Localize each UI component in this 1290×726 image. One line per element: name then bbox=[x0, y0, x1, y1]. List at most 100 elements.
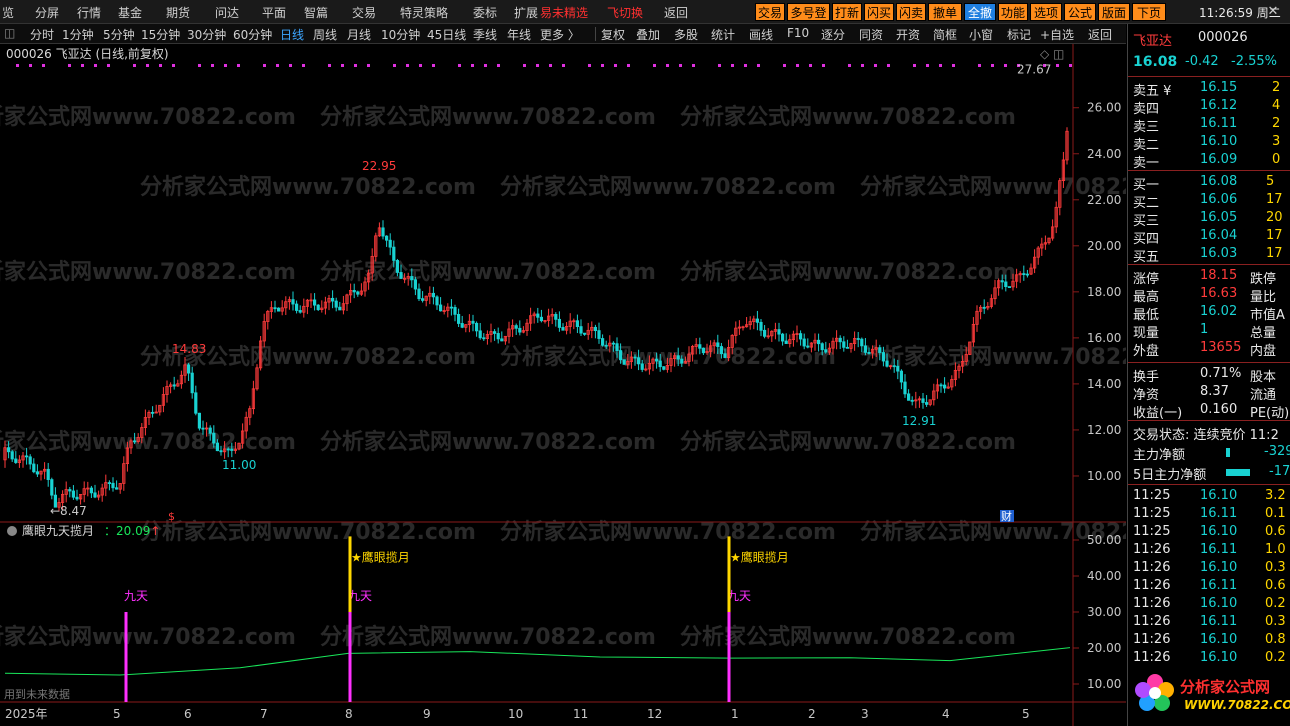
candle-body bbox=[356, 291, 360, 295]
chart-title: 000026 飞亚达 (日线,前复权) bbox=[6, 46, 169, 61]
kline-chart[interactable]: 分析家公式网www.70822.com 分析家公式网www.70822.com 分析… bbox=[0, 44, 1196, 726]
trade-button[interactable]: 交易 bbox=[755, 3, 785, 21]
signal-dot bbox=[757, 64, 760, 67]
period-tab[interactable]: 15分钟 bbox=[141, 26, 180, 43]
candle-body bbox=[863, 345, 868, 353]
signal-dot bbox=[419, 64, 422, 67]
more-periods-button[interactable]: 更多 〉 bbox=[540, 26, 580, 43]
menu-item[interactable]: 行情 bbox=[77, 4, 101, 21]
menu-item[interactable]: 飞切换 bbox=[607, 4, 643, 21]
y-tick-label: 10.00 bbox=[1087, 469, 1121, 483]
ipo-button[interactable]: 打新 bbox=[832, 3, 862, 21]
signal-dot bbox=[874, 64, 877, 67]
y-tick-label: 22.00 bbox=[1087, 193, 1121, 207]
signal-dot bbox=[887, 64, 890, 67]
menu-item[interactable]: 基金 bbox=[118, 4, 142, 21]
signal-dot bbox=[822, 64, 825, 67]
cancel-all-button[interactable]: 全撤 bbox=[964, 3, 996, 21]
candle-body bbox=[75, 496, 79, 500]
flash-sell-button[interactable]: 闪卖 bbox=[896, 3, 926, 21]
indicator-collapse-icon[interactable] bbox=[7, 526, 17, 536]
period-tab[interactable]: 10分钟 bbox=[381, 26, 420, 43]
period-tab[interactable]: 30分钟 bbox=[187, 26, 226, 43]
watermark-text: 分析家公式网www.70822.com bbox=[680, 429, 1016, 455]
tool-button[interactable]: 简框 bbox=[933, 26, 957, 43]
menu-item[interactable]: 览 bbox=[2, 4, 14, 21]
candle-body bbox=[316, 304, 320, 310]
close-icon[interactable]: ✕ bbox=[1262, 2, 1284, 22]
cancel-order-button[interactable]: 撤单 bbox=[928, 3, 962, 21]
y-tick-label: 14.00 bbox=[1087, 377, 1121, 391]
menu-item[interactable]: 易未精选 bbox=[540, 4, 588, 21]
period-tab[interactable]: 5分钟 bbox=[103, 26, 135, 43]
candle-body bbox=[583, 332, 587, 335]
signal-dot bbox=[1056, 64, 1059, 67]
formula-button[interactable]: 公式 bbox=[1064, 3, 1096, 21]
candle-body bbox=[219, 450, 223, 453]
candle-body bbox=[777, 329, 781, 335]
menu-item[interactable]: 期货 bbox=[166, 4, 190, 21]
signal-dot bbox=[627, 64, 630, 67]
multi-login-button[interactable]: 多号登 bbox=[787, 3, 830, 21]
period-tab[interactable]: 年线 bbox=[507, 26, 531, 43]
options-button[interactable]: 选项 bbox=[1030, 3, 1062, 21]
signal-dot bbox=[341, 64, 344, 67]
stat-row: 现量 1 总量 bbox=[1133, 322, 1277, 341]
period-tab[interactable]: 1分钟 bbox=[62, 26, 94, 43]
function-button[interactable]: 功能 bbox=[998, 3, 1028, 21]
period-tab[interactable]: 45日线 bbox=[427, 26, 466, 43]
candle-body bbox=[273, 307, 277, 310]
menu-item[interactable]: 委标 bbox=[473, 4, 497, 21]
period-tab[interactable]: 月线 bbox=[347, 26, 371, 43]
menu-item[interactable]: 返回 bbox=[664, 4, 688, 21]
back-button[interactable]: 返回 bbox=[1088, 26, 1112, 43]
period-tab[interactable]: 分时 bbox=[30, 26, 54, 43]
candle-body bbox=[384, 235, 389, 241]
chart-area[interactable]: 分析家公式网www.70822.com 分析家公式网www.70822.com 分析… bbox=[0, 44, 1196, 726]
candle-body bbox=[420, 298, 425, 301]
signal-label: 九天 bbox=[124, 589, 148, 603]
tool-button[interactable]: 同资 bbox=[859, 26, 883, 43]
signal-bar bbox=[727, 612, 731, 702]
period-tab[interactable]: 周线 bbox=[313, 26, 337, 43]
tool-button[interactable]: 画线 bbox=[749, 26, 773, 43]
menu-item[interactable]: 交易 bbox=[352, 4, 376, 21]
tool-button[interactable]: 小窗 bbox=[969, 26, 993, 43]
candle-body bbox=[14, 458, 18, 463]
signal-dot bbox=[133, 64, 136, 67]
period-tab[interactable]: 季线 bbox=[473, 26, 497, 43]
signal-dot bbox=[913, 64, 916, 67]
tool-button[interactable]: 标记 bbox=[1007, 26, 1031, 43]
tool-button[interactable]: F10 bbox=[787, 26, 809, 40]
tool-button[interactable]: 多股 bbox=[674, 26, 698, 43]
candle-body bbox=[46, 468, 50, 480]
tool-button[interactable]: 叠加 bbox=[636, 26, 660, 43]
tool-button[interactable]: 逐分 bbox=[821, 26, 845, 43]
menu-item[interactable]: 扩展 bbox=[514, 4, 538, 21]
period-tab[interactable]: 60分钟 bbox=[233, 26, 272, 43]
signal-dot bbox=[354, 64, 357, 67]
bid-row: 买一 16.08 5 bbox=[1133, 174, 1275, 193]
menu-item[interactable]: 问达 bbox=[215, 4, 239, 21]
menu-item[interactable]: 平面 bbox=[262, 4, 286, 21]
signal-dot bbox=[29, 64, 32, 67]
y-tick-label: 20.00 bbox=[1087, 239, 1121, 253]
menu-item[interactable]: 分屏 bbox=[35, 4, 59, 21]
candle-body bbox=[597, 330, 601, 339]
panel-toggle-icon[interactable]: ◫ bbox=[4, 26, 15, 40]
signal-dot bbox=[328, 64, 331, 67]
period-tab-active[interactable]: 日线 bbox=[280, 26, 304, 43]
candle-body bbox=[132, 440, 137, 443]
tool-button[interactable]: 统计 bbox=[711, 26, 735, 43]
chart-options-icon[interactable]: ◇ ◫ bbox=[1040, 47, 1064, 61]
menu-item[interactable]: 特灵策略 bbox=[400, 4, 448, 21]
next-page-button[interactable]: 下页 bbox=[1132, 3, 1166, 21]
layout-button[interactable]: 版面 bbox=[1098, 3, 1130, 21]
candle-body bbox=[781, 333, 785, 342]
menu-item[interactable]: 智篇 bbox=[304, 4, 328, 21]
tool-button[interactable]: 复权 bbox=[601, 26, 625, 43]
candle-body bbox=[392, 246, 396, 261]
add-watchlist-button[interactable]: +自选 bbox=[1040, 26, 1074, 43]
tool-button[interactable]: 开资 bbox=[896, 26, 920, 43]
flash-buy-button[interactable]: 闪买 bbox=[864, 3, 894, 21]
